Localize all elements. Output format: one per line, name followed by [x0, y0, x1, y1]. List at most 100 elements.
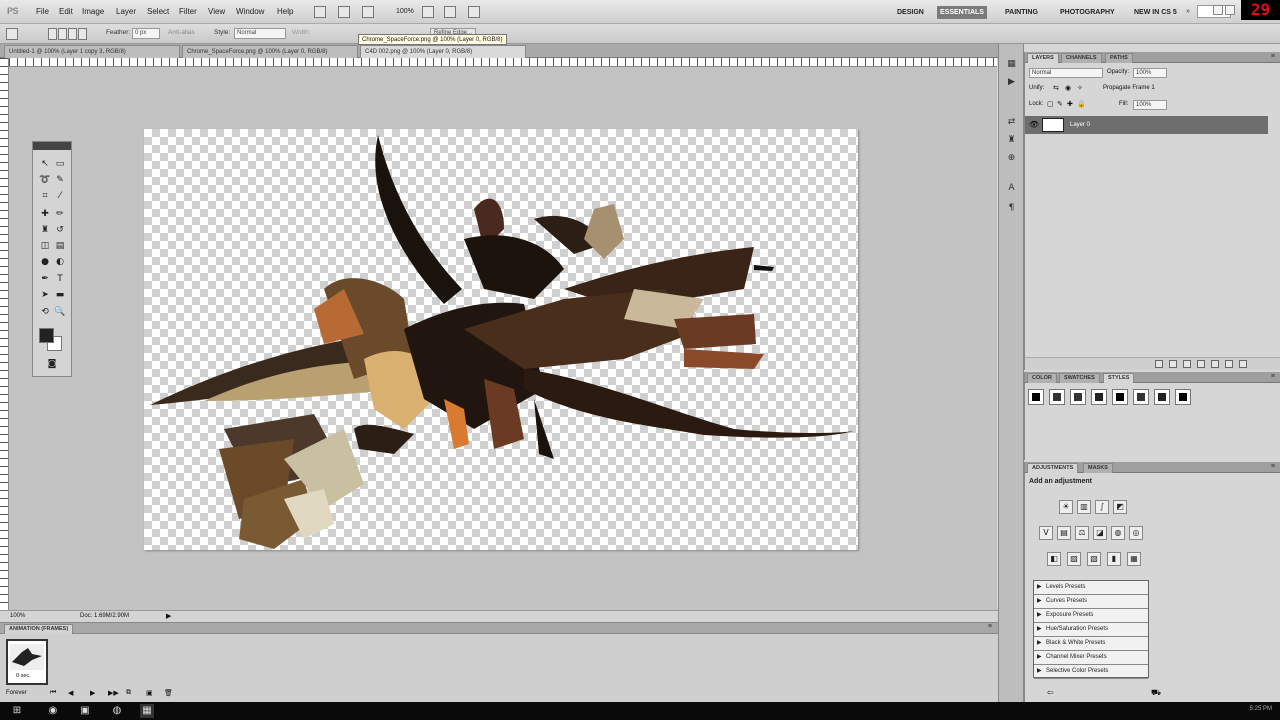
duplicate-frame-icon[interactable]: ▣ — [146, 689, 153, 697]
taskbar-app-icon[interactable]: ▣ — [78, 704, 92, 718]
next-frame-icon[interactable]: ▶▶ — [108, 689, 119, 697]
unify-visibility-icon[interactable]: ◉ — [1065, 84, 1071, 92]
clone-source-icon[interactable]: ♜ — [1005, 134, 1018, 147]
menu-select[interactable]: Select — [147, 7, 169, 16]
start-button-icon[interactable]: ⊞ — [10, 704, 24, 718]
brightness-contrast-icon[interactable]: ☀ — [1059, 500, 1073, 514]
black-white-icon[interactable]: ◪ — [1093, 526, 1107, 540]
brushes-icon[interactable]: ⇄ — [1005, 116, 1018, 129]
menu-edit[interactable]: Edit — [59, 7, 73, 16]
move-tool-icon[interactable]: ↖ — [38, 158, 52, 171]
threshold-icon[interactable]: ▧ — [1087, 552, 1101, 566]
style-swatch[interactable] — [1175, 389, 1191, 405]
feather-input[interactable]: 0 px — [132, 28, 160, 39]
tween-icon[interactable]: ⧉ — [126, 689, 131, 697]
new-group-icon[interactable] — [1211, 360, 1219, 368]
panel-menu-icon[interactable]: ≡ — [1271, 53, 1275, 60]
lasso-tool-icon[interactable]: ➰ — [38, 174, 52, 187]
channel-mixer-icon[interactable]: ◎ — [1129, 526, 1143, 540]
status-zoom[interactable]: 100% — [10, 611, 25, 622]
clone-stamp-icon[interactable]: ♜ — [38, 224, 52, 237]
actions-icon[interactable]: ▶ — [1005, 76, 1018, 89]
mini-bridge-icon[interactable] — [338, 6, 350, 18]
brush-tool-icon[interactable]: ✏ — [53, 208, 67, 221]
tab-chrome-spaceforce[interactable]: Chrome_SpaceForce.png @ 100% (Layer 0, R… — [182, 45, 358, 58]
quick-selection-icon[interactable]: ✎ — [53, 174, 67, 187]
pen-tool-icon[interactable]: ✒ — [38, 273, 52, 286]
levels-icon[interactable]: ▥ — [1077, 500, 1091, 514]
tab-swatches[interactable]: SWATCHES — [1059, 373, 1100, 383]
tab-layers[interactable]: LAYERS — [1027, 53, 1059, 63]
lock-position-icon[interactable]: ✚ — [1067, 100, 1073, 108]
tab-untitled-1[interactable]: Untitled-1 @ 100% (Layer 1 copy 3, RGB/8… — [4, 45, 180, 58]
maximize-icon[interactable] — [1225, 5, 1235, 15]
document-canvas[interactable] — [144, 129, 858, 550]
lock-all-icon[interactable]: 🔒 — [1077, 100, 1086, 108]
character-icon[interactable]: A — [1005, 182, 1018, 195]
subtract-selection-icon[interactable] — [68, 28, 77, 40]
delete-frame-icon[interactable]: 🗑 — [164, 689, 173, 697]
tab-channels[interactable]: CHANNELS — [1061, 53, 1102, 63]
menu-view[interactable]: View — [208, 7, 225, 16]
color-balance-icon[interactable]: ⚖ — [1075, 526, 1089, 540]
path-selection-icon[interactable]: ➤ — [38, 289, 52, 302]
taskbar-photoshop-icon[interactable]: ▦ — [140, 704, 154, 718]
lock-transparency-icon[interactable]: ▢ — [1047, 100, 1054, 108]
style-swatch[interactable] — [1112, 389, 1128, 405]
vertical-ruler[interactable] — [0, 58, 9, 610]
invert-icon[interactable]: ◧ — [1047, 552, 1061, 566]
quick-mask-icon[interactable]: ◙ — [45, 358, 59, 371]
menu-file[interactable]: File — [36, 7, 49, 16]
adjustment-layer-icon[interactable] — [1197, 360, 1205, 368]
horizontal-ruler[interactable] — [9, 58, 997, 67]
style-swatch[interactable] — [1028, 389, 1044, 405]
exposure-icon[interactable]: ◩ — [1113, 500, 1127, 514]
blend-mode-select[interactable]: Normal — [1029, 68, 1103, 78]
tab-paths[interactable]: PATHS — [1105, 53, 1133, 63]
view-extras-icon[interactable] — [362, 6, 374, 18]
3d-rotate-icon[interactable]: ⟲ — [38, 306, 52, 319]
add-selection-icon[interactable] — [58, 28, 67, 40]
preset-levels[interactable]: ▶ Levels Presets — [1034, 581, 1148, 595]
bridge-icon[interactable] — [314, 6, 326, 18]
play-icon[interactable]: ▶ — [90, 689, 95, 697]
history-icon[interactable]: ▦ — [1005, 58, 1018, 71]
antialias-checkbox[interactable]: Anti-alias — [168, 29, 195, 36]
frame-delay[interactable]: 0 sec. — [16, 673, 31, 679]
panel-menu-icon[interactable]: ≡ — [1271, 463, 1275, 470]
tools-panel-header[interactable] — [33, 142, 71, 150]
tab-c4d-002[interactable]: C4D 002.png @ 100% (Layer 0, RGB/8) — [360, 45, 526, 58]
type-tool-icon[interactable]: T — [53, 273, 67, 286]
eyedropper-icon[interactable]: ⁄ — [53, 190, 67, 203]
workspace-painting[interactable]: PAINTING — [1002, 6, 1041, 19]
link-layers-icon[interactable] — [1155, 360, 1163, 368]
preset-black-white[interactable]: ▶ Black & White Presets — [1034, 637, 1148, 651]
style-swatch[interactable] — [1154, 389, 1170, 405]
tab-color[interactable]: COLOR — [1027, 373, 1057, 383]
photo-filter-icon[interactable]: ◍ — [1111, 526, 1125, 540]
menu-filter[interactable]: Filter — [179, 7, 197, 16]
unify-position-icon[interactable]: ⇆ — [1053, 84, 1059, 92]
prev-frame-icon[interactable]: ◀ — [68, 689, 73, 697]
tab-styles[interactable]: STYLES — [1103, 373, 1135, 383]
propagate-frame-checkbox[interactable]: Propagate Frame 1 — [1103, 85, 1155, 91]
tab-animation-frames[interactable]: ANIMATION (FRAMES) — [4, 624, 74, 634]
workspace-new-in-cs5[interactable]: NEW IN CS 5 — [1131, 6, 1180, 19]
presets-menu-icon[interactable]: ⛟ — [1151, 688, 1161, 698]
eraser-tool-icon[interactable]: ◫ — [38, 240, 52, 253]
intersect-selection-icon[interactable] — [78, 28, 87, 40]
animation-frame-1[interactable]: 0 sec. — [6, 639, 48, 685]
tool-presets-icon[interactable]: ⊕ — [1005, 152, 1018, 165]
layer-row[interactable]: 👁 Layer 0 — [1025, 116, 1268, 134]
preset-selective-color[interactable]: ▶ Selective Color Presets — [1034, 665, 1148, 679]
workspace-photography[interactable]: PHOTOGRAPHY — [1057, 6, 1118, 19]
panel-menu-icon[interactable]: ≡ — [1271, 373, 1275, 380]
new-selection-icon[interactable] — [48, 28, 57, 40]
taskbar-app-icon[interactable]: ◍ — [110, 704, 124, 718]
add-mask-icon[interactable] — [1183, 360, 1191, 368]
menu-help[interactable]: Help — [277, 7, 293, 16]
posterize-icon[interactable]: ▨ — [1067, 552, 1081, 566]
workspace-design[interactable]: DESIGN — [894, 6, 927, 19]
first-frame-icon[interactable]: ⏮ — [50, 689, 56, 697]
crop-tool-icon[interactable]: ⌗ — [38, 190, 52, 203]
